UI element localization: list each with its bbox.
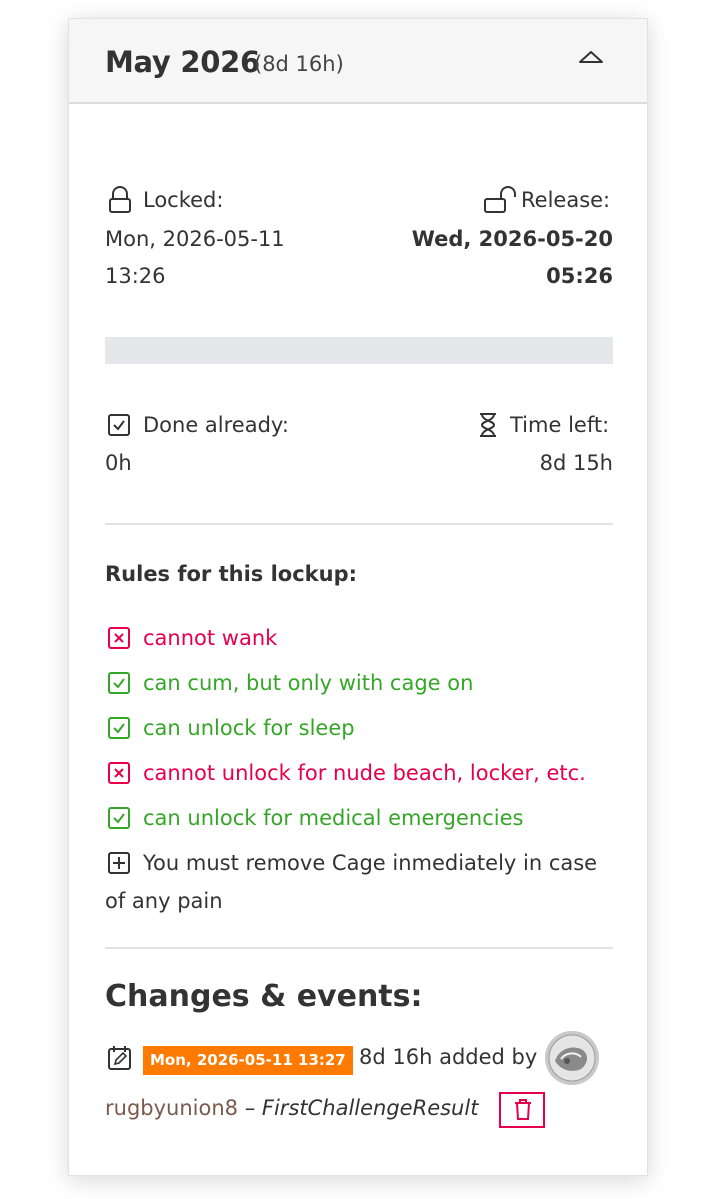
progress-bar xyxy=(105,337,613,364)
avatar[interactable] xyxy=(545,1031,599,1085)
done-label: Done already: xyxy=(143,413,289,437)
event-separator: – xyxy=(244,1096,256,1120)
cross-square-icon xyxy=(107,626,131,654)
event-timestamp-badge: Mon, 2026-05-11 13:27 xyxy=(143,1046,353,1075)
trash-icon xyxy=(513,1098,533,1126)
check-square-icon xyxy=(107,716,131,744)
custom-rule-line1: You must remove Cage inmediately in case xyxy=(143,851,598,875)
check-square-icon xyxy=(107,413,131,441)
event-byline: rugbyunion8 – FirstChallengeResult xyxy=(105,1096,478,1120)
delete-button[interactable] xyxy=(499,1092,545,1128)
divider xyxy=(105,947,613,949)
check-square-icon xyxy=(107,806,131,834)
release-date: Wed, 2026-05-20 xyxy=(411,227,613,251)
locked-date: Mon, 2026-05-11 xyxy=(105,227,285,251)
release-time: 05:26 xyxy=(546,264,613,288)
calendar-edit-icon xyxy=(107,1044,133,1076)
locked-time: 13:26 xyxy=(105,264,166,288)
collapse-icon[interactable] xyxy=(577,47,605,69)
rule-item: cannot unlock for nude beach, locker, et… xyxy=(143,761,586,785)
plus-square-icon xyxy=(107,851,131,879)
locked-label: Locked: xyxy=(143,188,224,212)
divider xyxy=(105,523,613,525)
time-left-label: Time left: xyxy=(510,413,610,437)
event-change-text: 8d 16h added by xyxy=(359,1045,538,1069)
rule-item: cannot wank xyxy=(143,626,278,650)
events-heading: Changes & events: xyxy=(105,979,423,1014)
unlock-icon xyxy=(483,186,519,218)
rule-item: can cum, but only with cage on xyxy=(143,671,474,695)
card-duration: (8d 16h) xyxy=(254,52,344,76)
check-square-icon xyxy=(107,671,131,699)
release-label: Release: xyxy=(521,188,611,212)
hourglass-icon xyxy=(477,412,499,442)
done-value: 0h xyxy=(105,451,132,475)
rule-item: can unlock for sleep xyxy=(143,716,355,740)
event-reason: FirstChallengeResult xyxy=(261,1096,479,1120)
event-user-link[interactable]: rugbyunion8 xyxy=(105,1096,238,1120)
lockup-card: May 2026 (8d 16h) Locked: Mon, 2026-05-1… xyxy=(68,18,648,1176)
lock-icon xyxy=(107,186,133,218)
time-left-value: 8d 15h xyxy=(539,451,613,475)
cross-square-icon xyxy=(107,761,131,789)
card-header[interactable]: May 2026 (8d 16h) xyxy=(69,19,647,104)
rule-item: can unlock for medical emergencies xyxy=(143,806,524,830)
rules-heading: Rules for this lockup: xyxy=(105,562,358,586)
card-title: May 2026 xyxy=(105,45,260,79)
custom-rule-line2: of any pain xyxy=(105,889,223,913)
